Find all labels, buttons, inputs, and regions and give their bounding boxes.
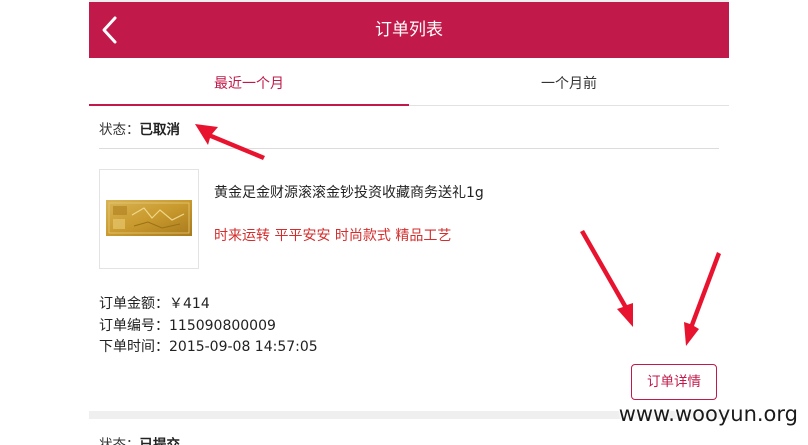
- status-value: 已提交: [139, 437, 181, 445]
- tab-bar: 最近一个月 一个月前: [89, 58, 729, 106]
- product-thumbnail[interactable]: [99, 169, 199, 269]
- order-time: 下单时间：2015-09-08 14:57:05: [99, 339, 318, 355]
- status-value: 已取消: [139, 122, 181, 138]
- page-title: 订单列表: [375, 20, 443, 40]
- order-number: 订单编号：115090800009: [99, 318, 276, 334]
- status-label: 状态：: [99, 122, 140, 138]
- status-label: 状态：: [99, 437, 140, 445]
- app-screen: 订单列表 最近一个月 一个月前 状态：已取消 黄金足金财源滚滚金钞投资收藏商务送…: [89, 0, 729, 445]
- tab-older[interactable]: 一个月前: [409, 58, 729, 105]
- order-status: 状态：已取消: [99, 118, 180, 138]
- tab-last-month[interactable]: 最近一个月: [89, 58, 409, 106]
- order-detail-button[interactable]: 订单详情: [631, 364, 717, 400]
- divider: [99, 148, 719, 149]
- order-amount: 订单金额：￥414: [99, 296, 210, 312]
- order-card: 状态：已取消 黄金足金财源滚滚金钞投资收藏商务送礼1g 时来运转 平平安安 时尚…: [89, 106, 729, 411]
- order-status: 状态：已提交: [99, 433, 180, 445]
- header-bar: 订单列表: [89, 2, 729, 58]
- gold-bar-image: [106, 200, 192, 236]
- watermark: www.wooyun.org: [618, 402, 798, 426]
- product-tags: 时来运转 平平安安 时尚款式 精品工艺: [214, 228, 452, 244]
- product-name[interactable]: 黄金足金财源滚滚金钞投资收藏商务送礼1g: [214, 182, 484, 202]
